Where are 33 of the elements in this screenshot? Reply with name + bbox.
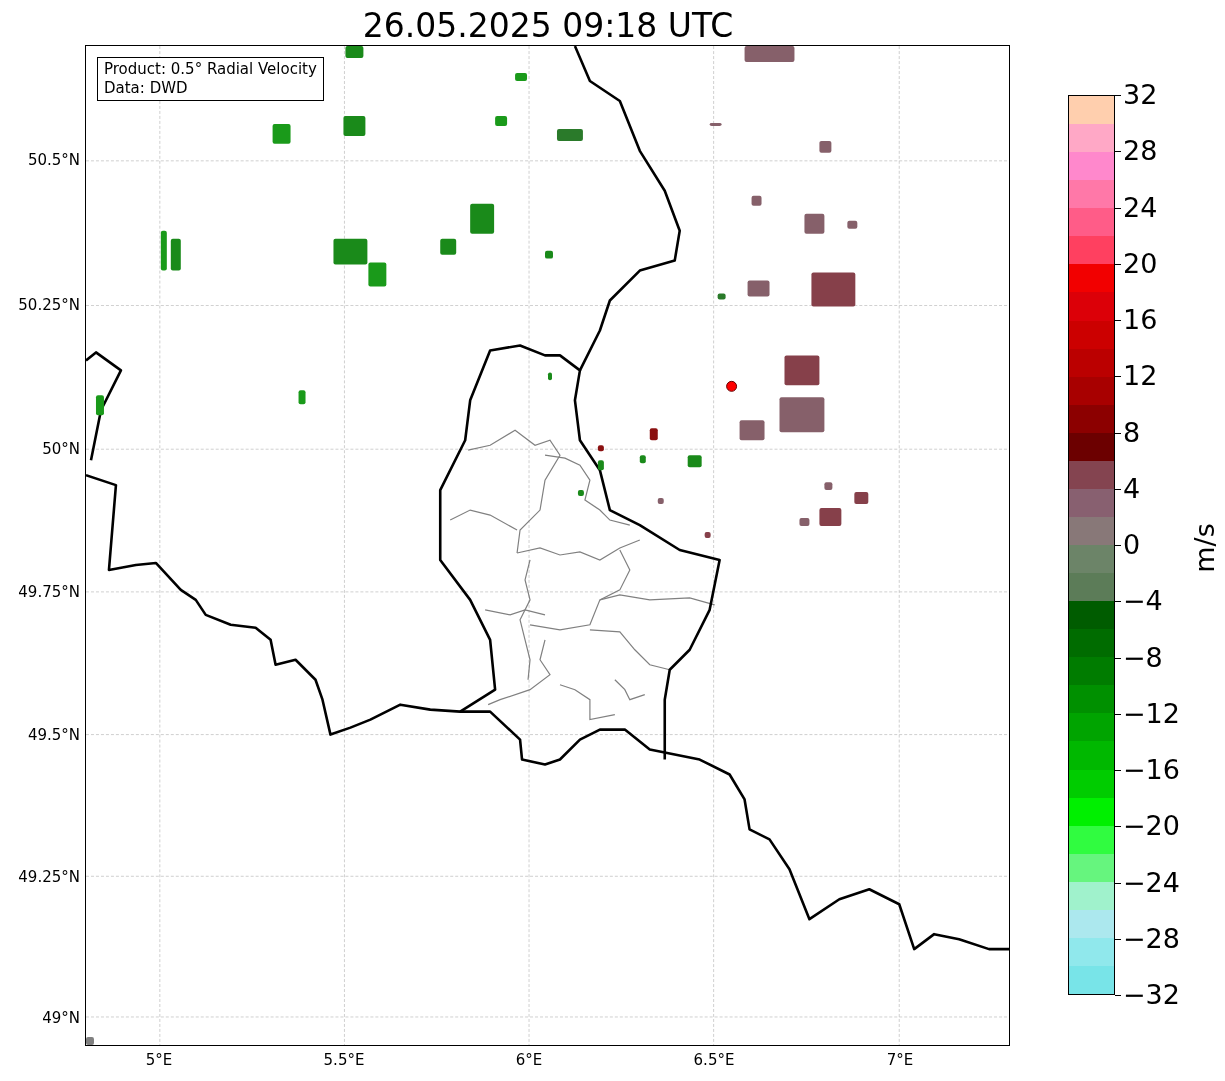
y-tick-label: 50.5°N: [26, 150, 80, 170]
colorbar-tick-label: −16: [1123, 754, 1180, 786]
colorbar-tick-label: −20: [1123, 810, 1180, 843]
y-tick-label: 50.25°N: [17, 295, 80, 315]
x-tick-label: 5.5°E: [322, 1050, 366, 1070]
colorbar-tick-label: 12: [1123, 360, 1158, 393]
colorbar-tick-label: 32: [1123, 79, 1158, 111]
colorbar-tick-label: −24: [1123, 866, 1180, 899]
colorbar-tick-label: 16: [1123, 304, 1158, 336]
colorbar-tick-label: 8: [1123, 416, 1141, 449]
chart-title: 26.05.2025 09:18 UTC: [361, 5, 735, 47]
x-tick-label: 7°E: [885, 1050, 915, 1070]
y-tick-label: 49°N: [41, 1008, 80, 1028]
colorbar-tick-label: −28: [1123, 922, 1180, 955]
y-tick-label: 50°N: [41, 439, 80, 459]
legend-text: Product: 0.5° Radial Velocity: [104, 60, 317, 79]
x-tick-label: 6.5°E: [692, 1050, 736, 1070]
colorbar-tick-label: −12: [1123, 697, 1180, 730]
y-tick-label: 49.25°N: [17, 867, 80, 887]
colorbar-tick-label: 4: [1123, 472, 1141, 505]
colorbar-tick-label: 24: [1123, 191, 1158, 224]
legend-text: Data: DWD: [104, 79, 189, 98]
colorbar-tick-label: −4: [1123, 585, 1163, 618]
colorbar-label: m/s: [1187, 523, 1221, 573]
y-tick-label: 49.5°N: [26, 725, 80, 745]
colorbar-tick-label: −8: [1123, 641, 1163, 674]
x-tick-label: 6°E: [514, 1050, 544, 1070]
colorbar-tick-label: 20: [1123, 247, 1158, 280]
y-tick-label: 49.75°N: [17, 582, 80, 602]
colorbar-tick-label: 28: [1123, 135, 1158, 168]
colorbar-tick-label: 0: [1123, 529, 1141, 561]
x-tick-label: 5°E: [144, 1050, 174, 1070]
colorbar-tick-label: −32: [1123, 979, 1180, 1011]
